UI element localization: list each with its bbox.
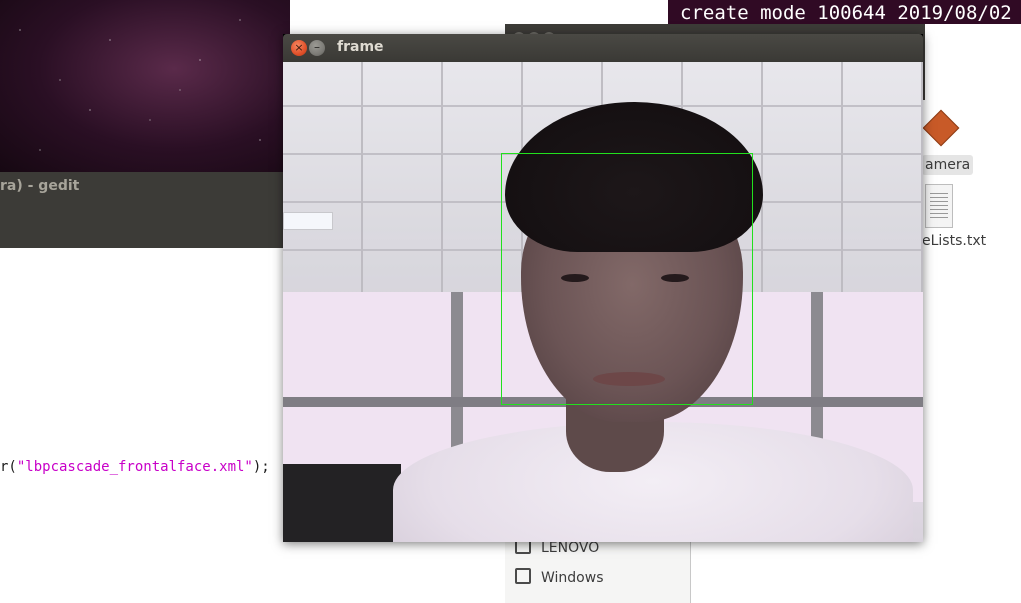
- text-file-icon[interactable]: [925, 184, 953, 228]
- sidebar-item-label: Windows: [541, 570, 604, 586]
- gedit-titlebar[interactable]: ra) - gedit: [0, 172, 290, 248]
- file-label-camera[interactable]: amera: [922, 155, 974, 175]
- monitor-background: [283, 464, 401, 542]
- terminal-output-line: create mode 100644 2019/08/02: [668, 0, 1021, 24]
- gedit-editor[interactable]: r("lbpcascade_frontalface.xml");: [0, 248, 290, 603]
- frame-titlebar[interactable]: × – frame: [283, 34, 923, 62]
- code-prefix: r(: [0, 459, 17, 475]
- webcam-frame: [283, 62, 923, 542]
- face-detection-box: [501, 153, 753, 405]
- code-string: "lbpcascade_frontalface.xml": [16, 459, 253, 475]
- camera-folder-icon[interactable]: [922, 109, 960, 147]
- file-label-cmakelists[interactable]: eLists.txt: [922, 233, 986, 249]
- desktop-wallpaper: [0, 0, 290, 172]
- code-line: r("lbpcascade_frontalface.xml");: [0, 459, 270, 475]
- frame-title: frame: [337, 39, 384, 55]
- files-sidebar: LENOVO Windows: [505, 538, 691, 603]
- close-icon[interactable]: ×: [291, 40, 307, 56]
- code-suffix: );: [252, 459, 270, 475]
- sidebar-item-label: LENOVO: [541, 540, 600, 556]
- sidebar-item-windows[interactable]: Windows: [515, 567, 604, 589]
- minimize-icon[interactable]: –: [309, 40, 325, 56]
- frame-window: × – frame: [283, 34, 923, 542]
- gedit-window-title: ra) - gedit: [0, 178, 80, 194]
- ceiling-light: [283, 212, 333, 230]
- drive-icon: [515, 568, 531, 584]
